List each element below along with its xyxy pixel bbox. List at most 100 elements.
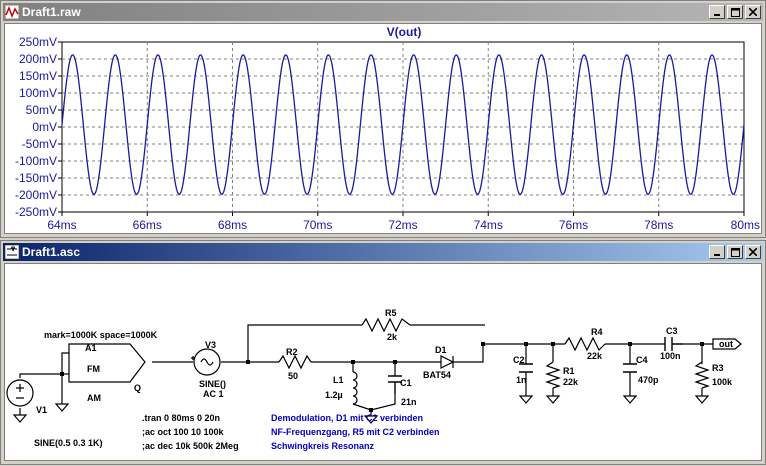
y-tick-label: 200mV [19, 52, 57, 66]
x-tick-label: 76ms [559, 218, 588, 232]
minimize-icon [714, 14, 720, 16]
d1-value[interactable]: BAT54 [423, 370, 451, 380]
x-tick-label: 74ms [474, 218, 503, 232]
y-axis-ticks: 250mV 200mV 150mV 100mV 50mV 0mV -50mV -100mV -1… [15, 35, 62, 219]
x-tick-label: 80ms [731, 218, 760, 232]
schematic-canvas[interactable]: mark=1000K space=1000K A1 FM AM Q V1 SIN… [4, 263, 762, 461]
x-tick-label: 66ms [133, 218, 162, 232]
v1-source[interactable] [6, 379, 34, 407]
y-tick-label: 150mV [19, 69, 57, 83]
l1-value[interactable]: 1.2µ [325, 390, 343, 400]
r3-resistor [694, 361, 710, 389]
v3-source[interactable] [191, 348, 221, 376]
c3-label[interactable]: C3 [666, 326, 678, 336]
trace-title[interactable]: V(out) [387, 25, 422, 39]
r1-value[interactable]: 22k [563, 377, 579, 387]
schematic-window-title: Draft1.asc [22, 245, 81, 259]
waveform-window: Draft1.raw 250mV 200mV 150mV 100mV 50mV 0mV -5… [0, 0, 766, 238]
r1-label[interactable]: R1 [563, 366, 575, 376]
v3-ac-value[interactable]: AC 1 [203, 389, 224, 399]
r2-value[interactable]: 50 [288, 371, 298, 381]
comment-line[interactable]: NF-Frequenzgang, R5 mit C2 verbinden [271, 427, 440, 437]
x-tick-label: 64ms [47, 218, 76, 232]
c4-label[interactable]: C4 [636, 355, 648, 365]
junctions [60, 342, 704, 412]
r3-label[interactable]: R3 [712, 363, 724, 373]
x-tick-label: 70ms [303, 218, 332, 232]
schematic-close-button[interactable] [745, 245, 761, 259]
y-tick-label: 50mV [26, 103, 57, 117]
q-pin-label: Q [134, 383, 141, 393]
waveform-window-title: Draft1.raw [22, 5, 81, 19]
am-pin-label: AM [87, 393, 101, 403]
schematic-app-icon [5, 245, 19, 259]
a1-label[interactable]: A1 [85, 343, 97, 353]
close-icon [749, 8, 757, 16]
fm-pin-label: FM [87, 364, 100, 374]
minimize-button[interactable] [709, 5, 725, 19]
maximize-icon [730, 247, 740, 257]
a1-params-label[interactable]: mark=1000K space=1000K [44, 330, 158, 340]
waveform-titlebar[interactable]: Draft1.raw [3, 3, 763, 21]
l1-inductor[interactable] [352, 371, 358, 405]
r4-label[interactable]: R4 [591, 327, 603, 337]
r5-resistor [361, 317, 411, 333]
r5-value[interactable]: 2k [387, 332, 398, 342]
spice-directives[interactable]: .tran 0 80ms 0 20n ;ac oct 100 10 100k ;… [142, 413, 239, 451]
c2-capacitor [519, 363, 533, 373]
directive-line[interactable]: ;ac oct 100 10 100k [142, 427, 225, 437]
c1-value[interactable]: 21n [401, 397, 417, 407]
r3-value[interactable]: 100k [712, 377, 733, 387]
minimize-icon [714, 254, 720, 256]
v3-label[interactable]: V3 [205, 340, 216, 350]
y-tick-label: -200mV [15, 188, 57, 202]
x-tick-label: 68ms [218, 218, 247, 232]
out-label[interactable]: out [719, 339, 733, 349]
schematic-window: Draft1.asc mark=1000K space=1000K A1 FM … [0, 240, 766, 465]
x-tick-label: 72ms [388, 218, 417, 232]
v1-label[interactable]: V1 [36, 405, 47, 415]
c1-label[interactable]: C1 [400, 378, 412, 388]
y-tick-label: -100mV [15, 154, 57, 168]
capacitors[interactable] [388, 337, 683, 394]
d1-label[interactable]: D1 [435, 345, 447, 355]
r1-resistor [545, 361, 561, 389]
r2-label[interactable]: R2 [286, 347, 298, 357]
maximize-button[interactable] [727, 5, 743, 19]
schematic-minimize-button[interactable] [709, 245, 725, 259]
y-tick-label: -250mV [15, 205, 57, 219]
v3-value[interactable]: SINE() [199, 379, 226, 389]
c3-capacitor [664, 337, 683, 351]
c2-value[interactable]: 1n [516, 375, 527, 385]
waveform-plot[interactable]: 250mV 200mV 150mV 100mV 50mV 0mV -50mV -100mV -1… [5, 24, 763, 234]
l1-label[interactable]: L1 [333, 375, 344, 385]
comment-line[interactable]: Schwingkreis Resonanz [271, 441, 375, 451]
schematic-comments[interactable]: Demodulation, D1 mit C2 verbinden NF-Fre… [271, 413, 440, 451]
y-tick-label: -50mV [22, 137, 57, 151]
close-button[interactable] [745, 5, 761, 19]
c4-value[interactable]: 470p [638, 375, 659, 385]
r4-value[interactable]: 22k [587, 351, 603, 361]
c3-value[interactable]: 100n [660, 351, 681, 361]
y-tick-label: 100mV [19, 86, 57, 100]
schematic-drawing[interactable]: mark=1000K space=1000K A1 FM AM Q V1 SIN… [5, 264, 763, 461]
x-tick-label: 78ms [644, 218, 673, 232]
a1-modulator[interactable] [68, 343, 146, 383]
v1-value[interactable]: SINE(0.5 0.3 1K) [34, 438, 103, 448]
r4-resistor [564, 336, 606, 352]
r2-resistor [278, 354, 312, 370]
directive-line[interactable]: .tran 0 80ms 0 20n [142, 413, 220, 423]
c2-label[interactable]: C2 [513, 355, 525, 365]
x-axis-ticks: 64ms 66ms 68ms 70ms 72ms 74ms 76ms 78ms 80ms [47, 212, 760, 232]
waveform-app-icon [5, 5, 19, 19]
maximize-icon [730, 7, 740, 17]
directive-line[interactable]: ;ac dec 10k 500k 2Meg [142, 441, 239, 451]
y-tick-label: 0mV [32, 120, 57, 134]
comment-line[interactable]: Demodulation, D1 mit C2 verbinden [271, 413, 423, 423]
schematic-maximize-button[interactable] [727, 245, 743, 259]
waveform-plot-area[interactable]: 250mV 200mV 150mV 100mV 50mV 0mV -50mV -100mV -1… [4, 23, 762, 234]
schematic-titlebar[interactable]: Draft1.asc [3, 243, 763, 261]
y-tick-label: 250mV [19, 35, 57, 49]
r5-label[interactable]: R5 [385, 308, 397, 318]
d1-diode[interactable] [435, 355, 459, 369]
